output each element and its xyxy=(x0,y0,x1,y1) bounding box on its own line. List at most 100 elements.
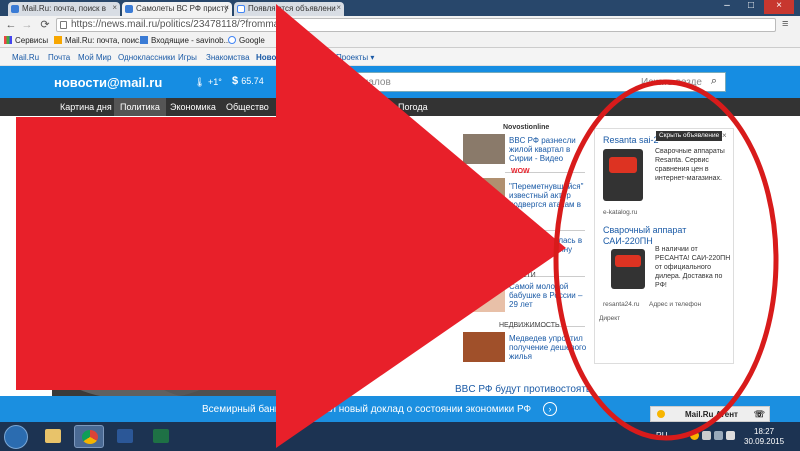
bookmark-inbox[interactable]: Входящие - savinob... xyxy=(140,36,230,45)
weather-value: +1° xyxy=(207,77,222,87)
news-link[interactable]: Россия ввязалась в сирийскую войну xyxy=(509,236,589,254)
category-item[interactable]: Экономика xyxy=(170,102,216,112)
category-item-active[interactable]: Политика xyxy=(114,98,166,116)
maximize-button[interactable]: □ xyxy=(740,0,762,14)
currency-value: 65.74 xyxy=(241,76,264,86)
ad-title[interactable]: Resanta sai-2 xyxy=(603,135,659,146)
tab-label: Появляются объявлени xyxy=(248,4,336,13)
bookmarks-bar: Сервисы Mail.Ru: почта, поис... Входящие… xyxy=(0,34,800,48)
category-item[interactable]: Картина дня xyxy=(60,102,112,112)
clock[interactable]: 18:27 30.09.2015 xyxy=(744,427,784,447)
ad-domain[interactable]: resanta24.ru xyxy=(603,301,640,308)
news-banner[interactable]: Всемирный банк представил новый доклад о… xyxy=(0,396,800,422)
agent-flower-icon xyxy=(657,410,665,418)
news-category: НЕДВИЖИМОСТЬ xyxy=(499,322,560,329)
thermometer-icon: 🌡 xyxy=(194,77,206,87)
minimize-button[interactable]: – xyxy=(716,0,738,14)
close-icon[interactable]: × xyxy=(722,131,727,140)
category-nav: Картина дня Политика Экономика Общество … xyxy=(0,98,800,116)
google-favicon-icon xyxy=(237,5,245,13)
ad-block: Resanta sai-2 Сварочные аппараты Resanta… xyxy=(594,128,734,364)
hide-ad-tooltip[interactable]: Скрыть объявление xyxy=(656,131,722,141)
ad-domain[interactable]: e-katalog.ru xyxy=(603,209,637,216)
forward-arrow-icon[interactable]: → xyxy=(20,18,34,32)
currency-widget[interactable]: $ 65.74 xyxy=(232,75,264,87)
volume-tray-icon[interactable] xyxy=(726,431,735,440)
ad-text: Сварочные аппараты Resanta. Сервис сравн… xyxy=(655,148,725,182)
close-icon[interactable]: × xyxy=(112,3,117,12)
agent-bar[interactable]: Mail.Ru Агент ☏ xyxy=(650,406,770,422)
ad-text: В наличии от РЕСАНТА! САИ-220ПН от офици… xyxy=(655,246,731,289)
welder-panel-shape xyxy=(609,157,637,173)
back-arrow-icon[interactable]: ← xyxy=(4,18,18,32)
portal-link[interactable]: Игры xyxy=(178,53,197,62)
start-button[interactable] xyxy=(4,425,28,449)
language-indicator[interactable]: RU xyxy=(656,431,668,440)
portal-link[interactable]: Мой Мир xyxy=(78,53,111,62)
chrome-taskbar-button[interactable] xyxy=(74,425,104,448)
tab-label: Mail.Ru: почта, поиск в xyxy=(22,4,107,13)
window-close-button[interactable]: × xyxy=(764,0,794,14)
news-thumbnail[interactable] xyxy=(463,178,505,208)
close-icon[interactable]: × xyxy=(336,3,341,12)
news-category: Novostionline xyxy=(503,124,550,131)
agent-tray-icon[interactable] xyxy=(690,431,699,440)
news-link[interactable]: BBC РФ разнесли жилой квартал в Сирии - … xyxy=(509,136,589,163)
folder-icon xyxy=(45,429,61,443)
news-thumbnail[interactable] xyxy=(463,282,505,312)
smoke-shape xyxy=(150,345,320,403)
portal-link[interactable]: Проекты ▾ xyxy=(336,53,374,62)
tab-news[interactable]: Самолеты ВС РФ присту × xyxy=(122,2,232,16)
divider xyxy=(505,230,585,231)
bookmark-label: Google xyxy=(239,36,265,45)
taskbar: RU 18:27 30.09.2015 xyxy=(0,422,800,451)
bookmark-google[interactable]: Google xyxy=(228,36,265,45)
word-taskbar-button[interactable] xyxy=(110,425,140,448)
tab-ads[interactable]: Появляются объявлени × xyxy=(234,2,344,16)
news-link[interactable]: Медведев упростил получение дешевого жил… xyxy=(509,334,589,361)
search-placeholder: материалов xyxy=(335,77,391,88)
word-icon xyxy=(117,429,133,443)
ad-title[interactable]: Сварочный аппарат САИ-220ПН xyxy=(603,225,727,247)
ad-source[interactable]: Директ xyxy=(599,315,620,322)
category-item[interactable]: Общество xyxy=(226,102,269,112)
news-thumbnail[interactable] xyxy=(463,332,505,362)
bookmark-mail[interactable]: Mail.Ru: почта, поис... xyxy=(54,36,146,45)
banner-text: Всемирный банк представил новый доклад о… xyxy=(202,404,532,415)
monitor-tray-icon[interactable] xyxy=(714,431,723,440)
bookmark-apps[interactable]: Сервисы xyxy=(4,36,48,45)
explorer-taskbar-button[interactable] xyxy=(38,425,68,448)
site-logo[interactable]: новости@mail.ru xyxy=(54,75,162,90)
tab-mail[interactable]: Mail.Ru: почта, поиск в × xyxy=(8,2,120,16)
excel-taskbar-button[interactable] xyxy=(146,425,176,448)
news-link[interactable]: Самой молодой бабушке в России – 29 лет xyxy=(509,282,589,309)
excel-icon xyxy=(153,429,169,443)
portal-link[interactable]: Знакомства xyxy=(206,53,250,62)
weather-widget[interactable]: 🌡 +1° xyxy=(194,77,222,88)
flag-tray-icon[interactable] xyxy=(702,431,711,440)
portal-link[interactable]: Новости xyxy=(256,53,290,62)
news-thumbnail[interactable] xyxy=(463,134,505,164)
chevron-right-icon[interactable]: › xyxy=(543,402,557,416)
reload-icon[interactable]: ⟳ xyxy=(38,18,52,32)
ad-address-link[interactable]: Адрес и телефон xyxy=(649,301,701,308)
address-bar-row: ← → ⟳ https://news.mail.ru/politics/2347… xyxy=(0,16,800,34)
news-category: WOW xyxy=(511,168,530,175)
google-icon xyxy=(228,36,236,44)
category-item[interactable]: Погода xyxy=(398,102,428,112)
search-input[interactable]: материалов Искать везде ⌕ xyxy=(320,72,726,92)
url-input[interactable]: https://news.mail.ru/politics/23478118/?… xyxy=(56,18,776,32)
portal-link[interactable]: Почта xyxy=(48,53,70,62)
search-icon[interactable]: ⌕ xyxy=(707,75,721,89)
portal-link[interactable]: Покупки xyxy=(298,53,328,62)
portal-link[interactable]: Одноклассники xyxy=(118,53,175,62)
close-icon[interactable]: × xyxy=(224,3,229,12)
clock-time: 18:27 xyxy=(754,427,775,436)
chrome-icon xyxy=(82,430,98,444)
news-link[interactable]: "Переметнувшийся" известный актер подвер… xyxy=(509,182,589,209)
bookmark-label: Mail.Ru: почта, поис... xyxy=(65,36,146,45)
phone-icon[interactable]: ☏ xyxy=(754,409,765,420)
menu-icon[interactable]: ≡ xyxy=(782,18,794,32)
news-category: ДЕТИ xyxy=(517,272,536,279)
portal-link[interactable]: Mail.Ru xyxy=(12,53,39,62)
